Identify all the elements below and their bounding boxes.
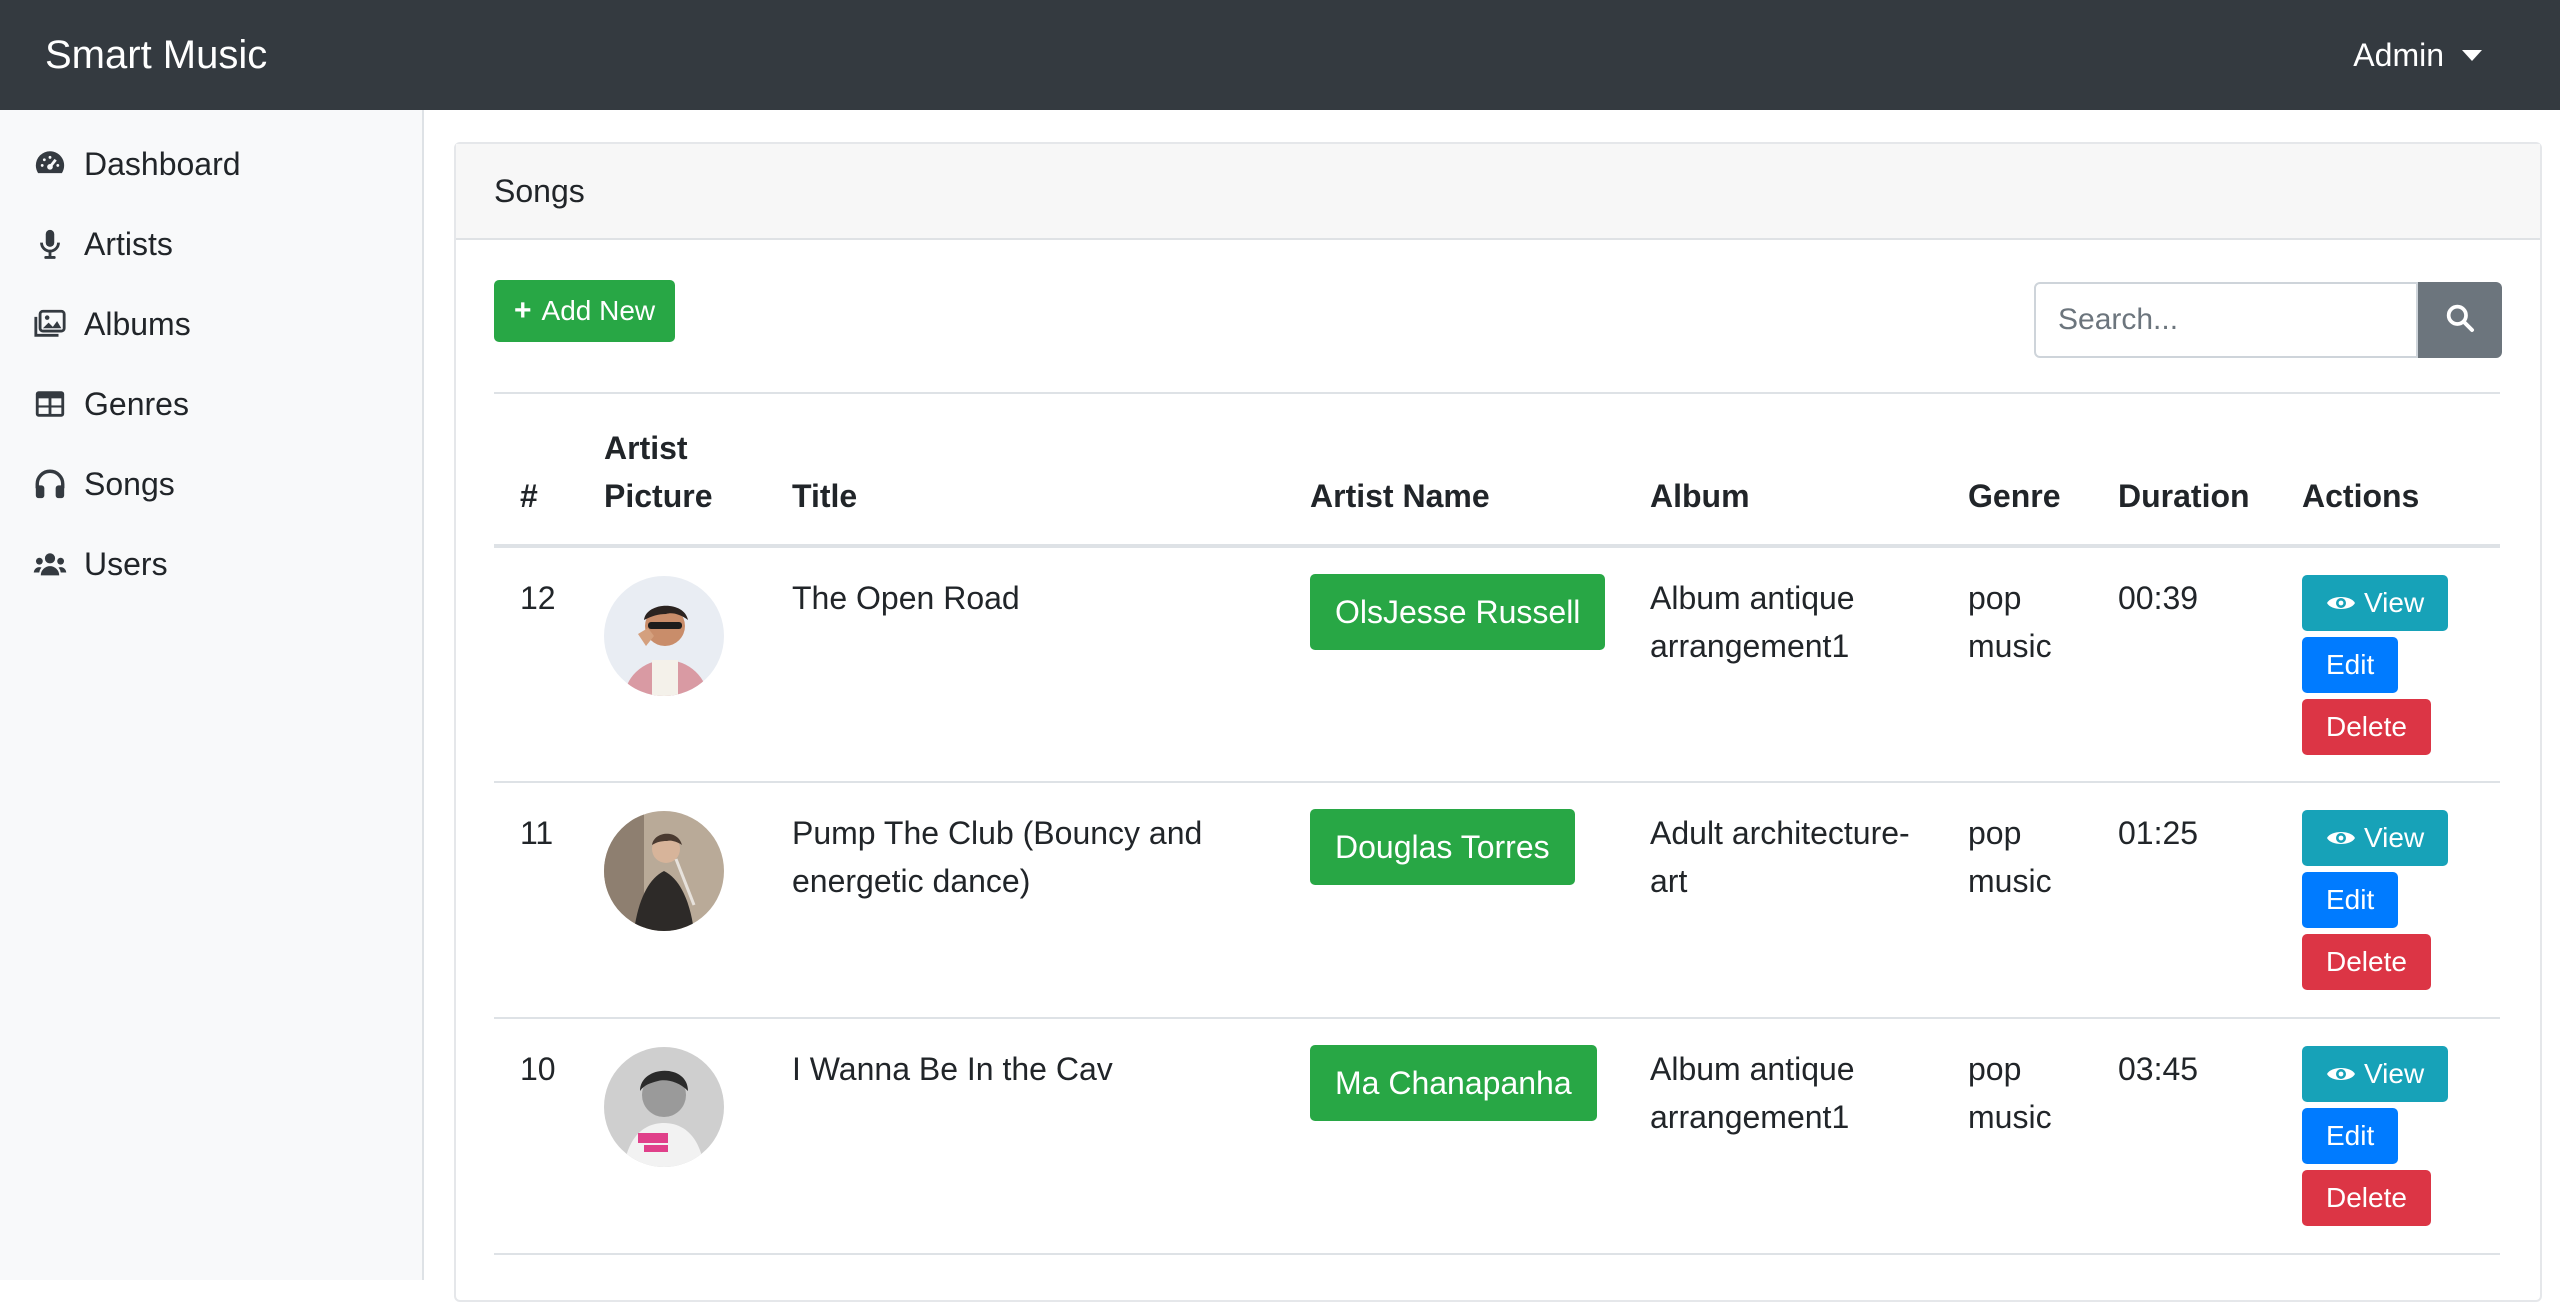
sidebar-item-albums[interactable]: Albums: [0, 284, 422, 364]
artist-name-cell: Ma Chanapanha: [1284, 1018, 1624, 1255]
brand-logo[interactable]: Smart Music: [45, 33, 267, 78]
artist-avatar: [604, 811, 724, 931]
column-header-actions: Actions: [2276, 392, 2500, 548]
actions-cell: View Edit Delete: [2276, 782, 2500, 1019]
search-button[interactable]: [2418, 282, 2502, 358]
add-new-label: Add New: [541, 295, 656, 326]
search-form: [2034, 282, 2502, 358]
album-name: Album antique arrangement1: [1624, 1018, 1942, 1255]
sidebar-item-label: Artists: [84, 225, 173, 262]
sidebar: Dashboard Artists Albums Genres Songs Us…: [0, 110, 424, 1280]
songs-card: Songs + Add New # Artist Picture Title A…: [454, 142, 2542, 1302]
sidebar-item-label: Albums: [84, 305, 191, 342]
artist-avatar: [604, 576, 724, 696]
column-header-artist-picture: Artist Picture: [578, 392, 766, 548]
song-id: 12: [494, 546, 578, 783]
sidebar-item-users[interactable]: Users: [0, 524, 422, 604]
table-row: 11 Pump The Club (Bouncy and energetic d…: [494, 782, 2500, 1019]
sidebar-item-songs[interactable]: Songs: [0, 444, 422, 524]
search-icon: [2444, 302, 2476, 339]
search-input[interactable]: [2034, 282, 2418, 358]
headphones-icon: [32, 466, 68, 502]
eye-icon: [2326, 592, 2356, 614]
view-button[interactable]: View: [2302, 575, 2449, 631]
column-header-album: Album: [1624, 392, 1942, 548]
add-new-button[interactable]: + Add New: [494, 280, 676, 342]
column-header-number: #: [494, 392, 578, 548]
delete-button[interactable]: Delete: [2302, 934, 2431, 990]
song-id: 11: [494, 782, 578, 1019]
songs-table: # Artist Picture Title Artist Name Album…: [494, 392, 2500, 1255]
column-header-duration: Duration: [2092, 392, 2276, 548]
table-row: 12 The Open Road OlsJesse Russell Album …: [494, 546, 2500, 783]
row-actions: View Edit Delete: [2302, 1046, 2482, 1226]
song-title: Pump The Club (Bouncy and energetic danc…: [766, 782, 1284, 1019]
duration: 03:45: [2092, 1018, 2276, 1255]
duration: 01:25: [2092, 782, 2276, 1019]
artist-avatar: [604, 1047, 724, 1167]
sidebar-item-dashboard[interactable]: Dashboard: [0, 124, 422, 204]
tachometer-icon: [32, 146, 68, 182]
genre-name: pop music: [1942, 1018, 2092, 1255]
images-icon: [32, 306, 68, 342]
users-icon: [32, 546, 68, 582]
song-title: The Open Road: [766, 546, 1284, 783]
table-icon: [32, 386, 68, 422]
plus-icon: +: [514, 294, 532, 327]
artist-picture-cell: [578, 546, 766, 783]
actions-cell: View Edit Delete: [2276, 546, 2500, 783]
genre-name: pop music: [1942, 546, 2092, 783]
sidebar-item-label: Dashboard: [84, 145, 241, 182]
admin-menu-label: Admin: [2353, 36, 2444, 73]
sidebar-item-genres[interactable]: Genres: [0, 364, 422, 444]
microphone-icon: [32, 226, 68, 262]
sidebar-item-label: Songs: [84, 465, 175, 502]
page-title: Songs: [494, 172, 585, 209]
actions-cell: View Edit Delete: [2276, 1018, 2500, 1255]
table-header-row: # Artist Picture Title Artist Name Album…: [494, 392, 2500, 548]
view-label: View: [2364, 1058, 2425, 1089]
column-header-title: Title: [766, 392, 1284, 548]
column-header-genre: Genre: [1942, 392, 2092, 548]
top-navbar: Smart Music Admin: [0, 0, 2560, 110]
edit-button[interactable]: Edit: [2302, 872, 2399, 928]
view-label: View: [2364, 822, 2425, 853]
artist-name-cell: OlsJesse Russell: [1284, 546, 1624, 783]
edit-button[interactable]: Edit: [2302, 1108, 2399, 1164]
artist-picture-cell: [578, 1018, 766, 1255]
song-id: 10: [494, 1018, 578, 1255]
artist-name-button[interactable]: Ma Chanapanha: [1310, 1045, 1597, 1121]
sidebar-item-label: Users: [84, 545, 168, 582]
genre-name: pop music: [1942, 782, 2092, 1019]
edit-button[interactable]: Edit: [2302, 637, 2399, 693]
delete-button[interactable]: Delete: [2302, 699, 2431, 755]
admin-user-menu[interactable]: Admin: [2353, 37, 2482, 74]
song-title: I Wanna Be In the Cav: [766, 1018, 1284, 1255]
delete-button[interactable]: Delete: [2302, 1170, 2431, 1226]
eye-icon: [2326, 827, 2356, 849]
view-label: View: [2364, 587, 2425, 618]
view-button[interactable]: View: [2302, 1046, 2449, 1102]
sidebar-item-artists[interactable]: Artists: [0, 204, 422, 284]
row-actions: View Edit Delete: [2302, 575, 2482, 755]
column-header-artist-name: Artist Name: [1284, 392, 1624, 548]
eye-icon: [2326, 1063, 2356, 1085]
duration: 00:39: [2092, 546, 2276, 783]
card-header: Songs: [456, 144, 2540, 240]
table-row: 10 I Wanna Be In the Cav Ma Chanapanha A…: [494, 1018, 2500, 1255]
album-name: Album antique arrangement1: [1624, 546, 1942, 783]
artist-picture-cell: [578, 782, 766, 1019]
artist-name-button[interactable]: OlsJesse Russell: [1310, 574, 1606, 650]
album-name: Adult architecture-art: [1624, 782, 1942, 1019]
artist-name-cell: Douglas Torres: [1284, 782, 1624, 1019]
sidebar-item-label: Genres: [84, 385, 189, 422]
view-button[interactable]: View: [2302, 810, 2449, 866]
row-actions: View Edit Delete: [2302, 810, 2482, 990]
caret-down-icon: [2462, 49, 2482, 61]
artist-name-button[interactable]: Douglas Torres: [1310, 809, 1575, 885]
